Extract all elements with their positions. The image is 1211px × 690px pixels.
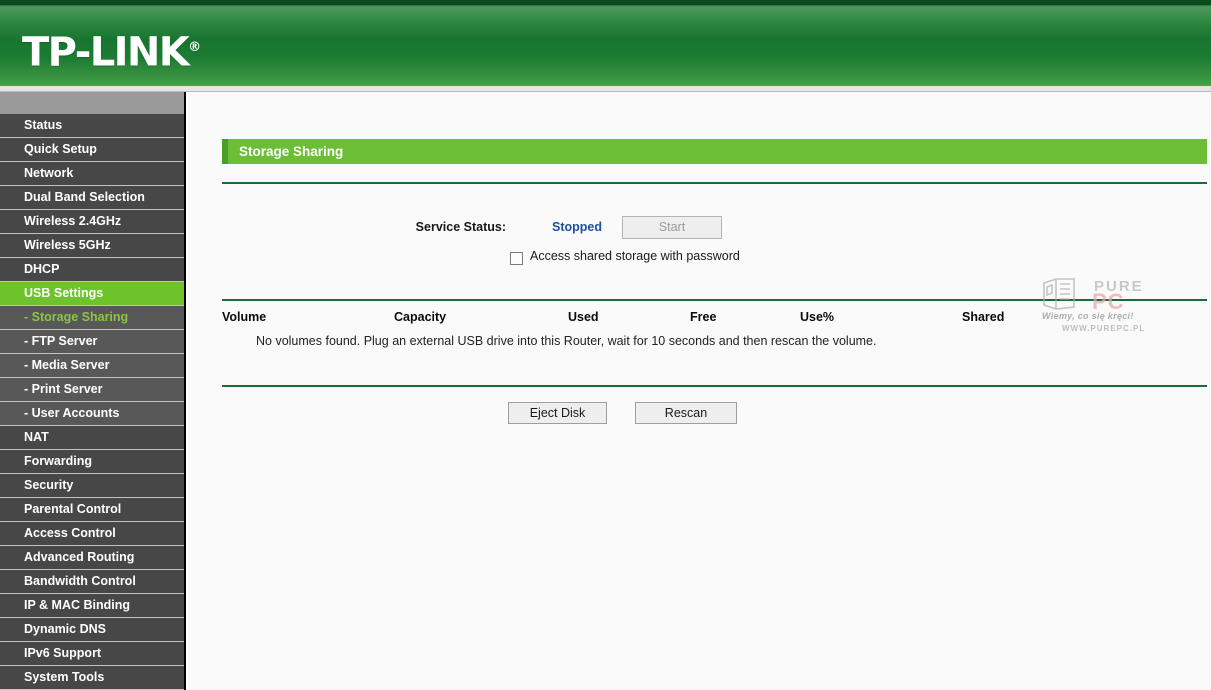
service-status-row: Service Status: Stopped Start: [222, 216, 1207, 246]
sidebar-item-bandwidth-control[interactable]: Bandwidth Control: [0, 570, 184, 594]
access-password-row: Access shared storage with password: [222, 249, 1207, 271]
sidebar-item-system-tools[interactable]: System Tools: [0, 666, 184, 690]
column-header-used: Used: [568, 310, 599, 324]
sidebar-item-media-server[interactable]: - Media Server: [0, 354, 184, 378]
divider-bottom: [222, 385, 1207, 387]
sidebar-item-wireless-2-4ghz[interactable]: Wireless 2.4GHz: [0, 210, 184, 234]
page-title: Storage Sharing: [222, 139, 1207, 164]
service-status-label: Service Status:: [415, 220, 506, 234]
column-header-volume: Volume: [222, 310, 267, 324]
column-header-capacity: Capacity: [394, 310, 447, 324]
sidebar-item-list: Status Quick Setup Network Dual Band Select…: [0, 114, 184, 690]
sidebar-item-ftp-server[interactable]: - FTP Server: [0, 330, 184, 354]
volume-table-header: Volume Capacity Used Free Use% Shared: [222, 310, 1207, 330]
sidebar-item-usb-settings[interactable]: USB Settings: [0, 282, 184, 306]
rescan-button[interactable]: Rescan: [635, 402, 737, 424]
brand-text: TP-LINK: [22, 29, 190, 76]
access-password-label: Access shared storage with password: [530, 249, 740, 263]
sidebar-nav: Status Quick Setup Network Dual Band Select…: [0, 92, 186, 690]
main-content: Storage Sharing Service Status: Stopped …: [188, 92, 1211, 690]
service-status-value: Stopped: [552, 220, 602, 234]
sidebar-item-status[interactable]: Status: [0, 114, 184, 138]
watermark-word-pure: PURE: [1094, 278, 1144, 295]
sidebar-item-storage-sharing[interactable]: - Storage Sharing: [0, 306, 184, 330]
sidebar-item-user-accounts[interactable]: - User Accounts: [0, 402, 184, 426]
sidebar-item-ip-mac-binding[interactable]: IP & MAC Binding: [0, 594, 184, 618]
start-button[interactable]: Start: [622, 216, 722, 239]
column-header-shared: Shared: [962, 310, 1005, 324]
router-admin-page: TP-LINK® Status Quick Setup Network Dual Ba…: [0, 0, 1211, 690]
column-header-use: Use%: [800, 310, 835, 324]
sidebar-item-wireless-5ghz[interactable]: Wireless 5GHz: [0, 234, 184, 258]
sidebar-item-nat[interactable]: NAT: [0, 426, 184, 450]
pc-tower-icon: [1043, 278, 1075, 310]
sidebar-item-advanced-routing[interactable]: Advanced Routing: [0, 546, 184, 570]
registered-mark-icon: ®: [188, 40, 202, 55]
action-button-row: Eject Disk Rescan: [222, 402, 1207, 426]
sidebar-top-gap: [0, 92, 184, 114]
sidebar-item-access-control[interactable]: Access Control: [0, 522, 184, 546]
divider-top: [222, 182, 1207, 184]
sidebar-item-network[interactable]: Network: [0, 162, 184, 186]
column-header-free: Free: [690, 310, 717, 324]
sidebar-item-dhcp[interactable]: DHCP: [0, 258, 184, 282]
sidebar-item-dynamic-dns[interactable]: Dynamic DNS: [0, 618, 184, 642]
eject-disk-button[interactable]: Eject Disk: [508, 402, 607, 424]
sidebar-item-parental-control[interactable]: Parental Control: [0, 498, 184, 522]
divider-middle: [222, 299, 1207, 301]
access-password-checkbox[interactable]: [510, 252, 523, 265]
volume-table-empty-message: No volumes found. Plug an external USB d…: [256, 334, 877, 348]
page-header: TP-LINK®: [0, 0, 1211, 86]
tp-link-logo: TP-LINK®: [22, 28, 201, 72]
sidebar-item-quick-setup[interactable]: Quick Setup: [0, 138, 184, 162]
sidebar-item-security[interactable]: Security: [0, 474, 184, 498]
sidebar-item-dual-band-selection[interactable]: Dual Band Selection: [0, 186, 184, 210]
sidebar-item-print-server[interactable]: - Print Server: [0, 378, 184, 402]
sidebar-item-ipv6-support[interactable]: IPv6 Support: [0, 642, 184, 666]
sidebar-item-forwarding[interactable]: Forwarding: [0, 450, 184, 474]
